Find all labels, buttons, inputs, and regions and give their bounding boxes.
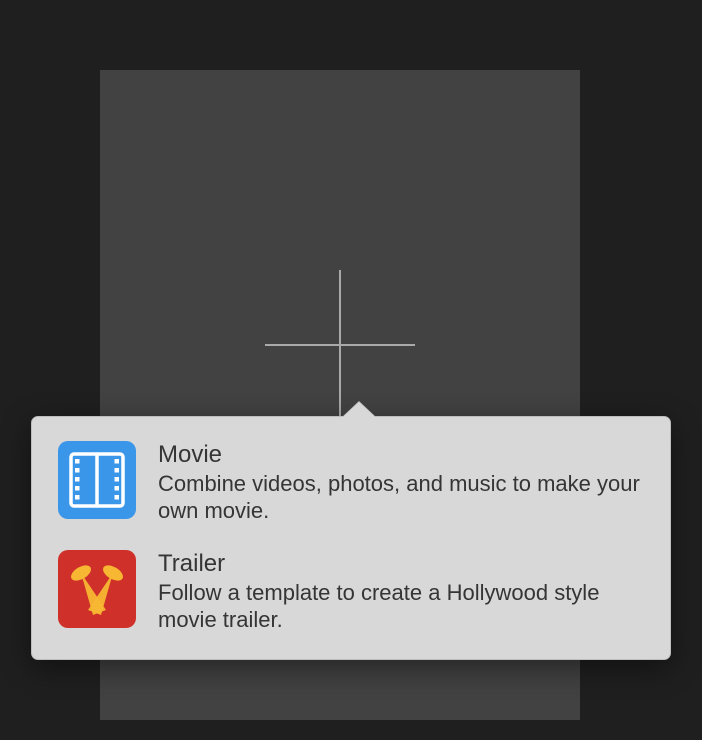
popover-arrow (342, 402, 376, 418)
option-trailer-title: Trailer (158, 550, 644, 578)
plus-icon (265, 270, 415, 420)
spotlight-icon (58, 550, 136, 628)
option-trailer[interactable]: Trailer Follow a template to create a Ho… (56, 548, 646, 635)
option-movie-text: Movie Combine videos, photos, and music … (158, 441, 644, 524)
option-trailer-description: Follow a template to create a Hollywood … (158, 579, 644, 633)
option-movie[interactable]: Movie Combine videos, photos, and music … (56, 439, 646, 526)
film-icon (58, 441, 136, 519)
option-trailer-text: Trailer Follow a template to create a Ho… (158, 550, 644, 633)
create-popover: Movie Combine videos, photos, and music … (31, 416, 671, 660)
app-background: Movie Combine videos, photos, and music … (0, 0, 702, 740)
option-movie-description: Combine videos, photos, and music to mak… (158, 470, 644, 524)
option-movie-title: Movie (158, 441, 644, 469)
